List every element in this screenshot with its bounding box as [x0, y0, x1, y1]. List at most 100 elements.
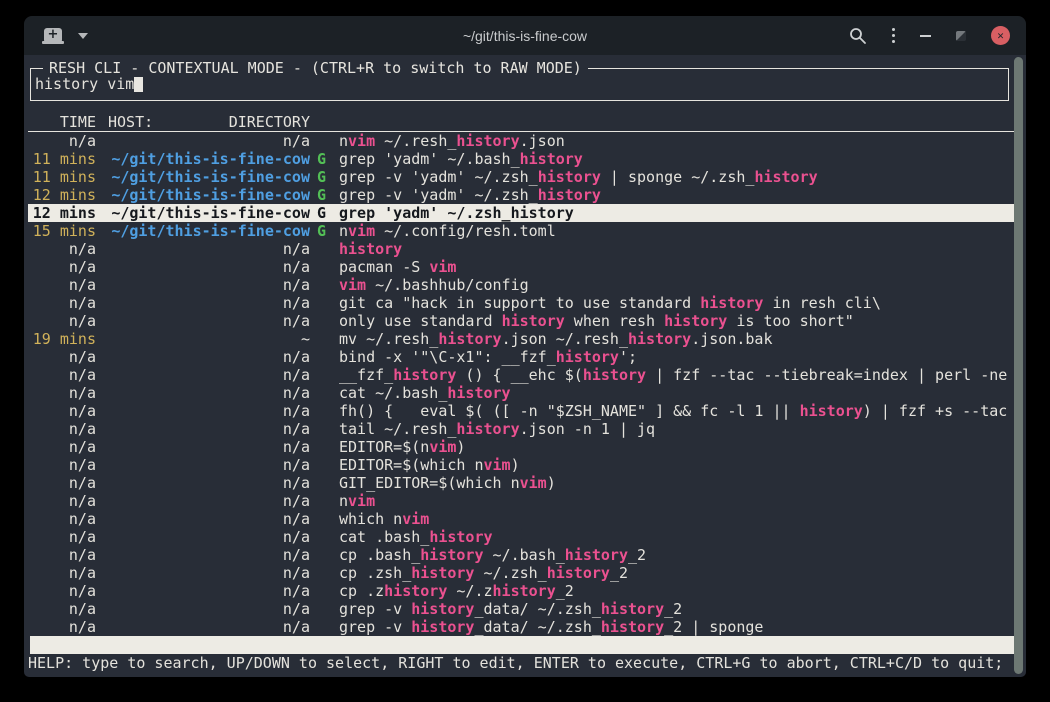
row-command: grep 'yadm' ~/.zsh_history — [339, 204, 1016, 222]
history-row[interactable]: 19 mins ~ mv ~/.resh_history.json ~/.res… — [28, 330, 1016, 348]
row-command: vim ~/.bashhub/config — [339, 276, 1016, 294]
history-row[interactable]: n/a n/a history — [28, 240, 1016, 258]
command-match-text: history — [628, 330, 691, 348]
command-match-text: history — [538, 186, 601, 204]
row-time: n/a — [28, 384, 96, 402]
row-directory: n/a — [96, 438, 310, 456]
row-flag — [310, 276, 339, 294]
history-row[interactable]: n/a n/a nvim — [28, 492, 1016, 510]
row-time: n/a — [28, 600, 96, 618]
new-tab-button[interactable]: + — [44, 28, 62, 43]
command-text: grep -v — [339, 600, 411, 618]
history-row[interactable]: n/a n/a __fzf_history () { __ehc $(histo… — [28, 366, 1016, 384]
history-row[interactable]: n/a n/a cat .bash_history — [28, 528, 1016, 546]
tab-dropdown-caret-icon[interactable] — [78, 33, 88, 39]
row-flag — [310, 438, 339, 456]
row-command: which nvim — [339, 510, 1016, 528]
row-flag — [310, 348, 339, 366]
row-directory: n/a — [96, 132, 310, 150]
command-match-text: history — [411, 618, 474, 636]
row-command: nvim — [339, 492, 1016, 510]
command-text: ~/.zsh_ — [474, 564, 546, 582]
history-row[interactable]: n/a n/a vim ~/.bashhub/config — [28, 276, 1016, 294]
command-text: grep -v 'yadm' ~/.zsh_ — [339, 186, 538, 204]
history-row[interactable]: 11 mins ~/git/this-is-fine-cow G grep -v… — [28, 168, 1016, 186]
command-text: mv ~/.resh_ — [339, 330, 438, 348]
history-row[interactable]: n/a n/a GIT_EDITOR=$(which nvim) — [28, 474, 1016, 492]
row-directory: n/a — [96, 546, 310, 564]
history-row[interactable]: n/a n/a only use standard history when r… — [28, 312, 1016, 330]
close-button[interactable]: ✕ — [991, 26, 1010, 45]
history-row[interactable]: n/a n/a bind -x '"\C-x1": __fzf_history'… — [28, 348, 1016, 366]
history-row[interactable]: n/a n/a pacman -S vim — [28, 258, 1016, 276]
command-text: tail ~/.resh_ — [339, 420, 456, 438]
table-header: TIME HOST: DIRECTORY FLAGS COMMAND-LINE — [28, 113, 1016, 132]
history-row[interactable]: n/a n/a cp .zsh_history ~/.zsh_history_2 — [28, 564, 1016, 582]
menu-icon[interactable] — [892, 28, 895, 43]
history-row[interactable]: n/a n/a which nvim — [28, 510, 1016, 528]
command-text: _data/ ~/.zsh_ — [474, 618, 600, 636]
row-command: only use standard history when resh hist… — [339, 312, 1016, 330]
row-command: cp .zsh_history ~/.zsh_history_2 — [339, 564, 1016, 582]
row-flag: G — [310, 168, 339, 186]
history-row[interactable]: n/a n/a EDITOR=$(nvim) — [28, 438, 1016, 456]
row-flag — [310, 582, 339, 600]
command-text: .json.bak — [691, 330, 772, 348]
history-row[interactable]: n/a n/a cp .bash_history ~/.bash_history… — [28, 546, 1016, 564]
row-command: grep -v 'yadm' ~/.zsh_history — [339, 186, 1016, 204]
row-time: n/a — [28, 492, 96, 510]
row-time: n/a — [28, 366, 96, 384]
history-row[interactable]: 11 mins ~/git/this-is-fine-cow G grep 'y… — [28, 150, 1016, 168]
command-match-text: vim — [429, 258, 456, 276]
scrollbar[interactable] — [1014, 57, 1023, 674]
row-directory: n/a — [96, 366, 310, 384]
row-time: n/a — [28, 294, 96, 312]
history-row[interactable]: n/a n/a nvim ~/.resh_history.json — [28, 132, 1016, 150]
restore-icon[interactable] — [956, 31, 966, 41]
history-row[interactable]: 12 mins ~/git/this-is-fine-cow G grep 'y… — [28, 204, 1016, 222]
resh-search-panel: RESH CLI - CONTEXTUAL MODE - (CTRL+R to … — [30, 68, 1009, 101]
command-match-text: history — [754, 168, 817, 186]
row-time: n/a — [28, 564, 96, 582]
plus-icon: + — [48, 28, 59, 41]
row-command: git ca "hack in support to use standard … — [339, 294, 1016, 312]
row-time: n/a — [28, 258, 96, 276]
minimize-button[interactable] — [920, 35, 931, 37]
history-row[interactable]: n/a n/a git ca "hack in support to use s… — [28, 294, 1016, 312]
command-match-text: history — [520, 150, 583, 168]
row-directory: ~ — [96, 330, 310, 348]
row-flag: G — [310, 204, 339, 222]
command-text: grep 'yadm' ~/.bash_ — [339, 150, 520, 168]
row-time: 11 mins — [28, 168, 96, 186]
command-match-text: vim — [348, 132, 375, 150]
row-directory: n/a — [96, 420, 310, 438]
command-text: cp .z — [339, 582, 384, 600]
command-text: n — [339, 132, 348, 150]
command-text: ~/.z — [447, 582, 492, 600]
search-icon[interactable] — [849, 27, 867, 45]
command-text: EDITOR=$(which n — [339, 456, 484, 474]
row-command: cp .zhistory ~/.zhistory_2 — [339, 582, 1016, 600]
command-text: _2 — [664, 600, 682, 618]
history-row[interactable]: n/a n/a cat ~/.bash_history — [28, 384, 1016, 402]
history-table: TIME HOST: DIRECTORY FLAGS COMMAND-LINE … — [24, 113, 1026, 636]
command-match-text: history — [411, 564, 474, 582]
row-directory: n/a — [96, 312, 310, 330]
history-row[interactable]: n/a n/a cp .zhistory ~/.zhistory_2 — [28, 582, 1016, 600]
row-flag — [310, 546, 339, 564]
history-row[interactable]: 15 mins ~/git/this-is-fine-cow G nvim ~/… — [28, 222, 1016, 240]
history-row[interactable]: n/a n/a grep -v history_data/ ~/.zsh_his… — [28, 600, 1016, 618]
history-row[interactable]: n/a n/a EDITOR=$(which nvim) — [28, 456, 1016, 474]
history-row[interactable]: 12 mins ~/git/this-is-fine-cow G grep -v… — [28, 186, 1016, 204]
command-match-text: history — [547, 564, 610, 582]
history-row[interactable]: n/a n/a tail ~/.resh_history.json -n 1 |… — [28, 420, 1016, 438]
row-command: history — [339, 240, 1016, 258]
row-time: 19 mins — [28, 330, 96, 348]
row-command: bind -x '"\C-x1": __fzf_history'; — [339, 348, 1016, 366]
row-flag — [310, 402, 339, 420]
history-row[interactable]: n/a n/a grep -v history_data/ ~/.zsh_his… — [28, 618, 1016, 636]
history-row[interactable]: n/a n/a fh() { eval $( ([ -n "$ZSH_NAME"… — [28, 402, 1016, 420]
row-time: 11 mins — [28, 150, 96, 168]
row-directory: n/a — [96, 294, 310, 312]
row-time: n/a — [28, 582, 96, 600]
